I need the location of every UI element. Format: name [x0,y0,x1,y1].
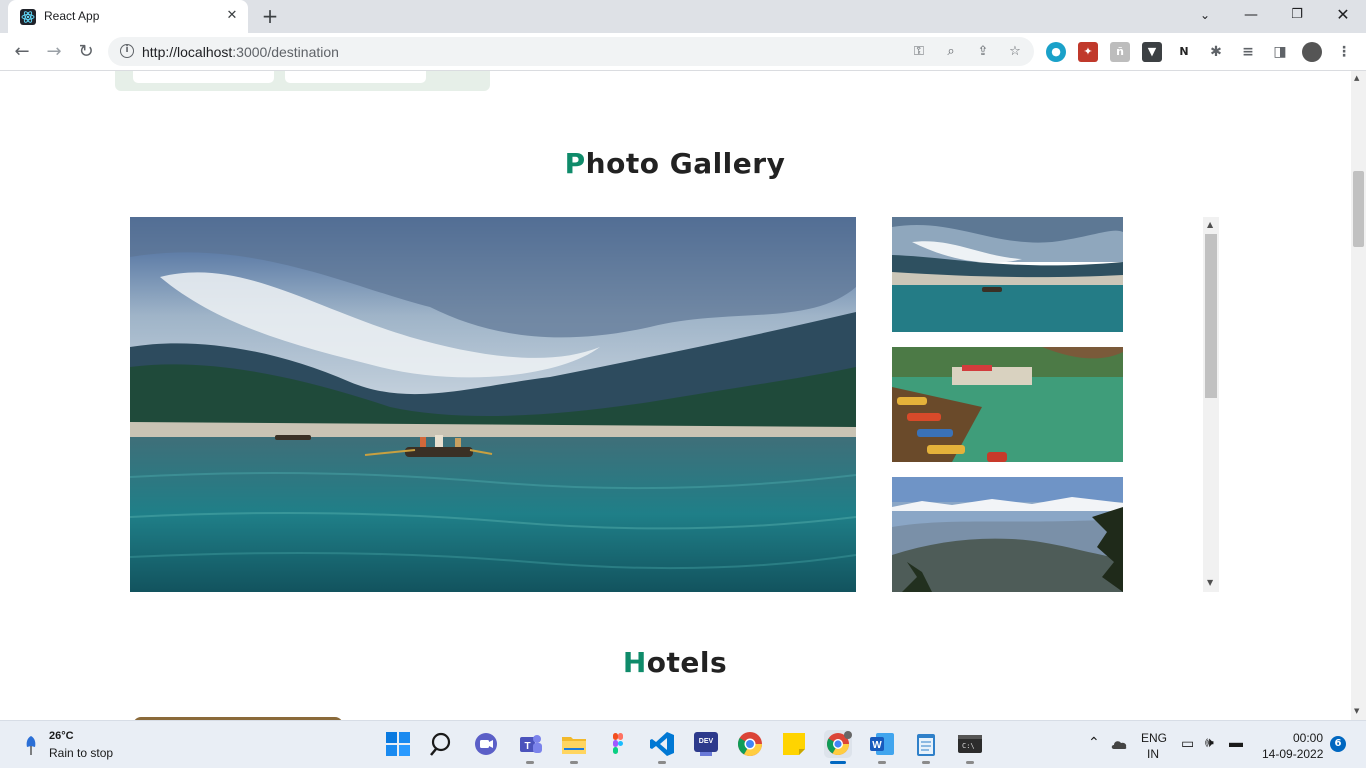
url-text[interactable]: http://localhost:3000/destination [142,44,339,60]
network-icon[interactable]: ▭ [1181,735,1194,752]
chrome-profile-icon[interactable] [824,730,852,764]
svg-text:C:\: C:\ [962,742,975,750]
notification-badge[interactable]: 6 [1330,736,1346,752]
gallery-thumbnail-list [892,217,1123,592]
devhome-icon[interactable]: DEV [692,730,720,758]
vscode-icon[interactable] [648,730,676,764]
tab-strip: React App ✕ + ⌄ — ❐ ✕ [0,0,1366,33]
share-icon[interactable]: ⇪ [974,43,992,61]
key-icon[interactable]: ⚿ [910,43,928,61]
react-logo-icon [20,9,36,25]
media-control-icon[interactable]: ≡ [1238,42,1258,62]
profile-avatar[interactable] [1302,42,1322,62]
address-bar[interactable]: i http://localhost:3000/destination ⚿ ⌕ … [108,37,1034,66]
browser-toolbar: ← → ↻ i http://localhost:3000/destinatio… [0,33,1366,71]
back-button[interactable]: ← [10,40,34,64]
minimize-button[interactable]: — [1228,0,1274,30]
extension-icon[interactable]: ● [1046,42,1066,62]
menu-kebab-icon[interactable]: ⋮ [1334,42,1354,62]
terminal-icon[interactable]: C:\ [956,730,984,764]
zoom-icon[interactable]: ⌕ [942,43,960,61]
notepad-icon[interactable] [912,730,940,764]
scroll-down-icon[interactable]: ▼ [1207,578,1213,587]
gallery-thumbnail[interactable] [892,217,1123,332]
weather-temperature[interactable]: 26°C [49,730,74,742]
info-card: · · · · · · · · [115,71,490,91]
new-tab-button[interactable]: + [258,5,282,29]
info-card-pill: · · · · [133,71,274,83]
start-button[interactable] [384,730,412,758]
windows-taskbar: 26°C Rain to stop T DEV W C:\ ⌃ ENG IN ▭… [0,720,1366,768]
chevron-up-icon[interactable]: ⌃ [1088,734,1100,751]
figma-icon[interactable] [604,730,632,758]
volume-icon[interactable]: 🕪 [1205,734,1214,751]
chrome-icon[interactable] [736,730,764,758]
bookmark-star-icon[interactable]: ☆ [1006,43,1024,61]
gallery-thumbnail[interactable] [892,347,1123,462]
scroll-down-icon[interactable]: ▼ [1354,707,1359,715]
puzzle-icon[interactable]: ✱ [1206,42,1226,62]
page-scrollbar[interactable]: ▲ ▼ [1351,71,1366,720]
svg-text:T: T [524,741,530,752]
scroll-up-icon[interactable]: ▲ [1354,74,1359,82]
tab-title: React App [44,9,100,23]
umbrella-icon[interactable] [24,735,38,757]
scroll-up-icon[interactable]: ▲ [1207,220,1213,229]
svg-text:DEV: DEV [699,738,714,745]
onedrive-icon[interactable] [1110,738,1128,750]
extension-icon[interactable]: N [1174,42,1194,62]
site-info-icon[interactable]: i [120,44,134,58]
scrollbar-thumb[interactable] [1353,171,1364,247]
clock-date[interactable]: 14-09-2022 [1262,747,1323,761]
reload-button[interactable]: ↻ [74,40,98,64]
hotels-heading: Hotels [622,646,728,679]
gallery-scrollbar[interactable]: ▲ ▼ [1203,217,1219,592]
sticky-notes-icon[interactable] [780,730,808,758]
restore-button[interactable]: ❐ [1274,0,1320,30]
tab-search-icon[interactable]: ⌄ [1182,0,1228,30]
language-indicator[interactable]: ENG [1141,731,1167,745]
side-panel-icon[interactable]: ◨ [1270,42,1290,62]
word-icon[interactable]: W [868,730,896,764]
weather-description[interactable]: Rain to stop [49,746,113,760]
info-card-pill: · · · · [285,71,426,83]
extension-icon[interactable]: ✦ [1078,42,1098,62]
extension-icon[interactable]: ñ [1110,42,1130,62]
close-window-button[interactable]: ✕ [1320,0,1366,30]
scrollbar-thumb[interactable] [1205,234,1217,398]
gallery-thumbnail[interactable] [892,477,1123,592]
page-viewport: · · · · · · · · Photo Gallery [0,71,1366,720]
clock-time[interactable]: 00:00 [1293,731,1323,745]
extension-icon[interactable]: ▼ [1142,42,1162,62]
svg-text:W: W [872,740,882,751]
tab-close-icon[interactable]: ✕ [224,8,240,24]
forward-button[interactable]: → [42,40,66,64]
chat-icon[interactable] [472,730,500,758]
search-icon[interactable] [428,730,456,758]
gallery-main-image[interactable] [130,217,856,592]
file-explorer-icon[interactable] [560,730,588,764]
browser-tab[interactable]: React App ✕ [8,0,248,33]
region-indicator[interactable]: IN [1147,747,1159,761]
battery-icon[interactable]: ▬ [1229,734,1243,750]
gallery-heading: Photo Gallery [564,147,786,180]
teams-icon[interactable]: T [516,730,544,764]
